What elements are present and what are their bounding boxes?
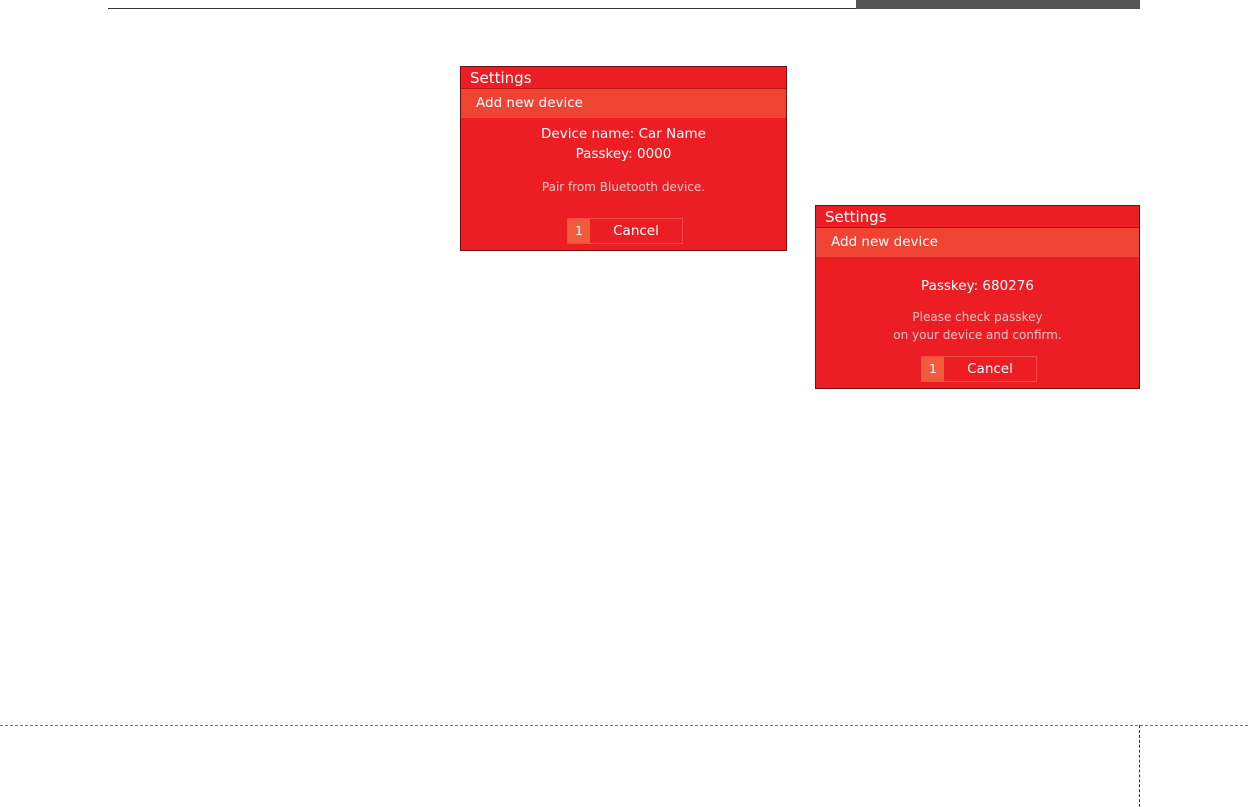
- button-number: 1: [922, 357, 944, 381]
- screen-title: Settings: [461, 67, 786, 89]
- settings-screen-confirm: Settings Add new device Passkey: 680276 …: [815, 205, 1140, 389]
- device-name-text: Device name: Car Name: [541, 126, 706, 142]
- screen-subtitle: Add new device: [816, 228, 1139, 257]
- button-number: 1: [568, 219, 590, 243]
- passkey-text: Passkey: 0000: [575, 146, 672, 162]
- cancel-label: Cancel: [967, 361, 1013, 377]
- bottom-rule: [0, 725, 1248, 726]
- manual-page: Settings Add new device Device name: Car…: [0, 0, 1248, 807]
- hint-line-2: on your device and confirm.: [893, 328, 1062, 342]
- hint-line-1: Please check passkey: [912, 310, 1043, 324]
- cancel-label: Cancel: [613, 223, 659, 239]
- hint-text: Pair from Bluetooth device.: [541, 180, 706, 194]
- cancel-button[interactable]: 1 Cancel: [921, 356, 1037, 382]
- settings-screen-pair: Settings Add new device Device name: Car…: [460, 66, 787, 251]
- vertical-rule: [1139, 725, 1140, 807]
- passkey-text: Passkey: 680276: [921, 278, 1034, 294]
- cancel-button[interactable]: 1 Cancel: [567, 218, 683, 244]
- top-bar: [856, 0, 1140, 9]
- top-rule: [108, 8, 856, 9]
- screen-subtitle: Add new device: [461, 89, 786, 118]
- screen-title: Settings: [816, 206, 1139, 228]
